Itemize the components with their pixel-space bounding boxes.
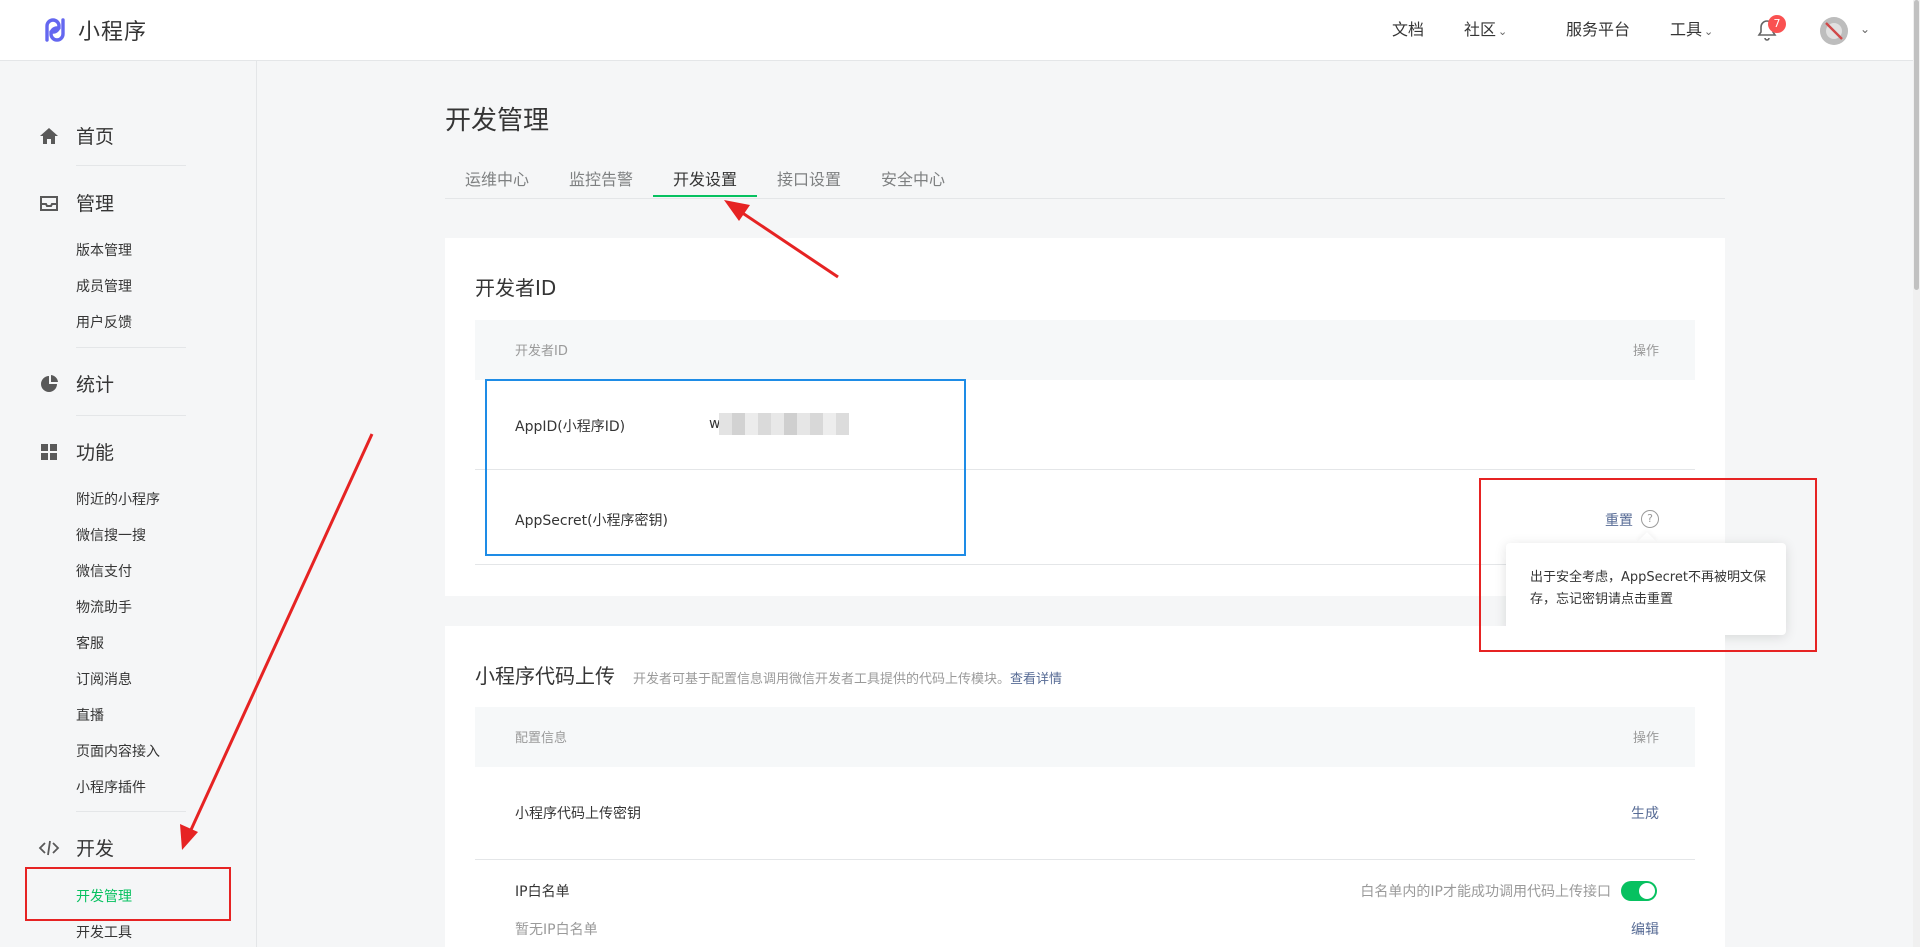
grid-icon (41, 443, 57, 460)
table-header: 配置信息 操作 (475, 707, 1695, 767)
inbox-icon (40, 195, 58, 211)
view-details-link[interactable]: 查看详情 (1010, 672, 1062, 687)
highlight-box-red (1479, 478, 1817, 652)
code-icon (38, 840, 60, 855)
sidebar-item-version[interactable]: 版本管理 (76, 240, 132, 260)
ip-whitelist-toggle[interactable] (1621, 881, 1657, 901)
app-logo[interactable]: 小程序 (38, 12, 147, 48)
scrollbar-thumb[interactable] (1914, 0, 1919, 290)
page-title: 开发管理 (445, 106, 550, 136)
sidebar-item-search[interactable]: 微信搜一搜 (76, 525, 146, 545)
user-avatar-icon (1820, 17, 1848, 45)
ip-whitelist-label: IP白名单 (515, 884, 570, 900)
ip-whitelist-empty: 暂无IP白名单 (515, 922, 598, 938)
tab-monitoring[interactable]: 监控告警 (569, 166, 633, 190)
avatar[interactable] (1820, 17, 1848, 45)
sidebar-item-stats[interactable]: 统计 (38, 370, 114, 397)
top-bar: 小程序 文档 社区 ⌄ 服务平台 工具 ⌄ 7 ⌄ (0, 0, 1920, 61)
column-header-action: 操作 (1632, 731, 1659, 746)
home-icon (40, 127, 58, 144)
sidebar-item-dev-tools[interactable]: 开发工具 (76, 922, 132, 942)
column-header-id: 开发者ID (515, 344, 568, 359)
card-title: 小程序代码上传 开发者可基于配置信息调用微信开发者工具提供的代码上传模块。查看详情 (475, 660, 1062, 689)
row-divider (475, 859, 1695, 860)
column-header-config: 配置信息 (515, 731, 568, 746)
highlight-box-blue (485, 379, 966, 556)
highlight-box-red (25, 867, 231, 921)
edit-whitelist-link[interactable]: 编辑 (1631, 919, 1659, 939)
chevron-down-icon: ⌄ (1498, 25, 1508, 38)
chevron-down-icon: ⌄ (1704, 25, 1714, 38)
sidebar-item-home[interactable]: 首页 (38, 122, 114, 149)
nav-tools[interactable]: 工具 ⌄ (1670, 0, 1713, 60)
divider (76, 165, 186, 166)
divider (76, 415, 186, 416)
tab-ops-center[interactable]: 运维中心 (465, 166, 529, 190)
card-description: 开发者可基于配置信息调用微信开发者工具提供的代码上传模块。查看详情 (633, 672, 1062, 687)
mini-program-logo-icon (45, 18, 65, 42)
sidebar-item-subscribe[interactable]: 订阅消息 (76, 669, 132, 689)
sidebar-item-customer-service[interactable]: 客服 (76, 633, 104, 653)
sidebar-item-features[interactable]: 功能 (38, 438, 114, 465)
sidebar-item-pay[interactable]: 微信支付 (76, 561, 132, 581)
column-header-action: 操作 (1632, 344, 1659, 359)
notification-badge: 7 (1768, 15, 1786, 33)
table-header: 开发者ID 操作 (475, 320, 1695, 380)
sidebar-item-nearby[interactable]: 附近的小程序 (76, 489, 160, 509)
divider (76, 811, 186, 812)
pie-chart-icon (41, 374, 58, 392)
sidebar-item-page-content[interactable]: 页面内容接入 (76, 741, 160, 761)
sidebar-item-members[interactable]: 成员管理 (76, 276, 132, 296)
nav-service-platform[interactable]: 服务平台 (1566, 0, 1630, 60)
tab-dev-settings[interactable]: 开发设置 (673, 166, 737, 190)
sidebar-item-develop[interactable]: 开发 (38, 834, 114, 861)
sidebar-item-logistics[interactable]: 物流助手 (76, 597, 132, 617)
card-title: 开发者ID (475, 276, 557, 300)
divider (76, 347, 186, 348)
active-tab-indicator (653, 195, 757, 197)
sidebar-item-feedback[interactable]: 用户反馈 (76, 312, 132, 332)
sidebar-item-manage[interactable]: 管理 (38, 189, 114, 216)
sidebar-item-plugins[interactable]: 小程序插件 (76, 777, 146, 797)
sidebar-item-live[interactable]: 直播 (76, 705, 104, 725)
app-name: 小程序 (78, 20, 148, 45)
nav-docs[interactable]: 文档 (1392, 0, 1424, 60)
code-upload-card: 小程序代码上传 开发者可基于配置信息调用微信开发者工具提供的代码上传模块。查看详情… (445, 626, 1725, 947)
code-upload-table: 配置信息 操作 小程序代码上传密钥 生成 IP白名单 白名单内的IP才能成功调用… (475, 707, 1695, 947)
tab-api-settings[interactable]: 接口设置 (777, 166, 841, 190)
upload-key-label: 小程序代码上传密钥 (515, 806, 641, 822)
tab-bar: 运维中心 监控告警 开发设置 接口设置 安全中心 (445, 160, 1725, 199)
nav-community[interactable]: 社区 ⌄ (1464, 0, 1507, 60)
generate-key-link[interactable]: 生成 (1631, 803, 1659, 823)
ip-whitelist-hint: 白名单内的IP才能成功调用代码上传接口 (1360, 884, 1611, 900)
tab-security-center[interactable]: 安全中心 (881, 166, 945, 190)
chevron-down-icon[interactable]: ⌄ (1860, 22, 1870, 36)
description-text: 开发者可基于配置信息调用微信开发者工具提供的代码上传模块。 (633, 672, 1011, 687)
code-upload-title: 小程序代码上传 (475, 664, 615, 688)
